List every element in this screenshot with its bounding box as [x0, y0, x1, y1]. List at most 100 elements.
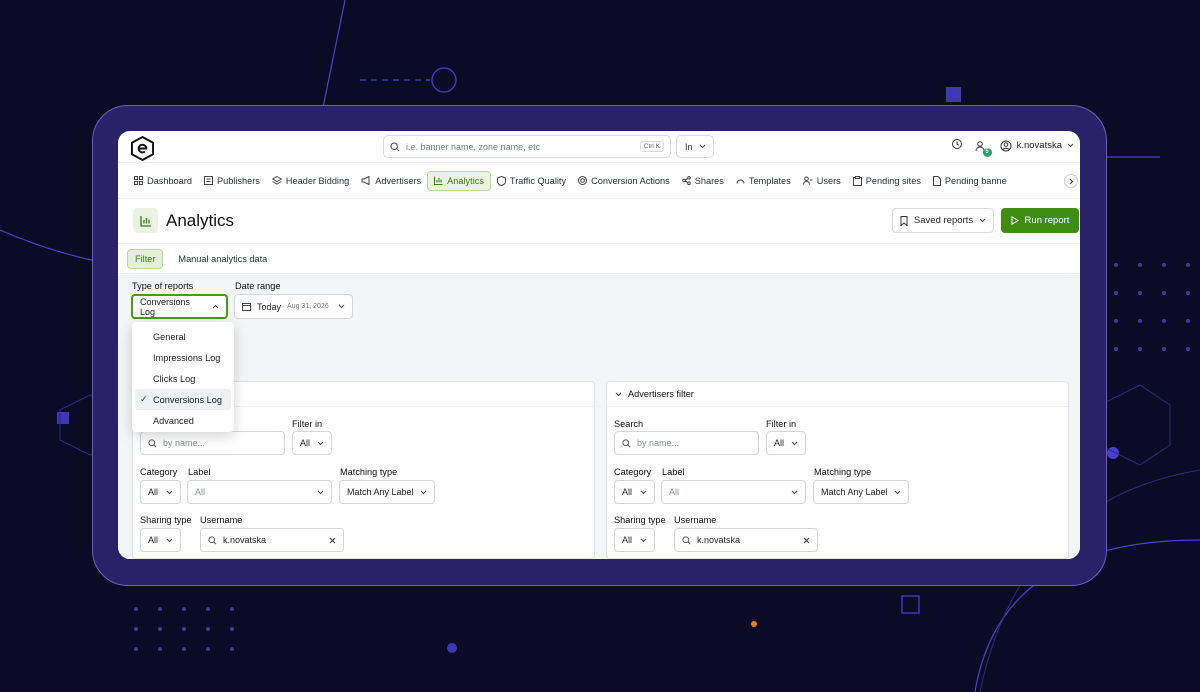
left-filter-in-select[interactable]: All	[292, 431, 332, 455]
template-icon	[736, 179, 745, 184]
nav-item-traffic-quality[interactable]: Traffic Quality	[491, 171, 572, 191]
filter-in-label: Filter in	[292, 419, 323, 429]
chevron-down-icon	[791, 490, 798, 495]
category-label: Category	[614, 467, 652, 477]
report-type-select[interactable]: Conversions Log	[131, 294, 228, 319]
nav-item-pending-banners[interactable]: Pending banne	[927, 171, 1013, 191]
nav-item-pending-sites[interactable]: Pending sites	[847, 171, 927, 191]
tab-filter[interactable]: Filter	[127, 248, 164, 269]
analytics-page-icon	[133, 208, 158, 233]
chevron-down-icon	[894, 490, 901, 495]
global-search-input[interactable]: i.e. banner name, zone name, etc Ctrl K	[383, 135, 671, 158]
nav-label: Advertisers	[375, 175, 422, 186]
chevron-up-icon	[212, 304, 219, 309]
option-label: Impressions Log	[153, 352, 221, 363]
nav-item-analytics[interactable]: Analytics	[427, 170, 491, 191]
filter-in-value: All	[774, 438, 785, 448]
matching-type-label: Matching type	[814, 467, 872, 477]
file-icon	[932, 175, 941, 186]
advertisers-filter-in-select[interactable]: All	[766, 431, 806, 455]
date-range-detail: Aug 31, 2026	[287, 303, 329, 310]
search-icon	[148, 438, 157, 447]
nav-item-publishers[interactable]: Publishers	[198, 171, 266, 191]
search-scope-select[interactable]: In	[676, 135, 714, 158]
page-header: Analytics Saved reports Run report	[118, 199, 1080, 244]
advertisers-sharing-type-select[interactable]: All	[614, 528, 655, 552]
left-matching-type-select[interactable]: Match Any Label	[339, 480, 435, 504]
users-icon	[802, 176, 813, 185]
chevron-right-icon	[1069, 178, 1073, 184]
dot-grid-left	[134, 607, 234, 651]
search-icon	[622, 438, 631, 447]
chevron-down-icon	[791, 441, 798, 446]
date-range-select[interactable]: Today Aug 31, 2026	[234, 294, 353, 319]
calendar-icon	[242, 303, 251, 311]
history-icon[interactable]	[951, 138, 963, 153]
advertisers-search-input[interactable]: by name...	[614, 431, 759, 455]
run-report-label: Run report	[1024, 215, 1070, 226]
advertisers-label-select[interactable]: All	[661, 480, 806, 504]
report-type-option-impressions-log[interactable]: Impressions Log	[135, 347, 231, 368]
users-notification-button[interactable]: 5	[975, 140, 992, 157]
report-type-option-clicks-log[interactable]: Clicks Log	[135, 368, 231, 389]
top-right-actions: 5 k.novatska	[951, 138, 1074, 157]
nav-item-conversion-actions[interactable]: Conversion Actions	[572, 171, 676, 191]
nav-item-templates[interactable]: Templates	[730, 171, 797, 191]
search-icon	[682, 535, 691, 544]
advertisers-matching-type-select[interactable]: Match Any Label	[813, 480, 909, 504]
app-logo[interactable]	[131, 136, 154, 161]
search-icon	[208, 535, 217, 544]
main-nav: Dashboard Publishers Header Bidding Adve…	[118, 163, 1080, 199]
report-type-option-conversions-log[interactable]: ✓ Conversions Log	[135, 389, 231, 410]
left-label-select[interactable]: All	[187, 480, 332, 504]
advertisers-username-input[interactable]: k.novatska	[674, 528, 818, 552]
nav-item-advertisers[interactable]: Advertisers	[355, 171, 427, 191]
clear-icon[interactable]	[329, 537, 336, 544]
nav-scroll-right-button[interactable]	[1064, 174, 1078, 188]
report-type-option-general[interactable]: General	[135, 326, 231, 347]
nav-item-users[interactable]: Users	[797, 171, 847, 191]
chevron-down-icon	[317, 441, 324, 446]
clear-icon[interactable]	[803, 537, 810, 544]
nav-item-dashboard[interactable]: Dashboard	[128, 171, 198, 191]
top-bar: i.e. banner name, zone name, etc Ctrl K …	[118, 131, 1080, 163]
category-value: All	[148, 487, 159, 497]
panel-title: Advertisers filter	[628, 389, 694, 399]
nav-item-header-bidding[interactable]: Header Bidding	[266, 171, 355, 191]
report-type-value: Conversions Log	[140, 296, 191, 317]
username-label: Username	[674, 515, 717, 525]
nav-item-shares[interactable]: Shares	[676, 171, 730, 191]
saved-reports-button[interactable]: Saved reports	[892, 208, 994, 233]
category-label: Category	[140, 467, 178, 477]
filter-in-label: Filter in	[766, 419, 797, 429]
label-label: Label	[188, 467, 211, 477]
advertisers-filter-header[interactable]: Advertisers filter	[607, 382, 1068, 407]
advertisers-category-select[interactable]: All	[614, 480, 655, 504]
left-sharing-type-select[interactable]: All	[140, 528, 181, 552]
username-label: Username	[200, 515, 243, 525]
nav-label: Shares	[694, 175, 724, 186]
search-label: Search	[614, 419, 644, 429]
matching-type-value: Match Any Label	[821, 487, 888, 497]
user-avatar-icon	[1000, 140, 1012, 151]
left-category-select[interactable]: All	[140, 480, 181, 504]
shield-icon	[496, 175, 506, 186]
label-label: Label	[662, 467, 685, 477]
date-range-label: Date range	[235, 281, 281, 291]
filter-in-value: All	[300, 438, 311, 448]
run-report-button[interactable]: Run report	[1001, 208, 1079, 233]
left-search-input[interactable]: by name...	[140, 431, 285, 455]
type-of-reports-label: Type of reports	[132, 281, 194, 291]
chevron-down-icon	[640, 490, 647, 495]
report-type-option-advanced[interactable]: Advanced	[135, 410, 231, 431]
user-menu[interactable]: k.novatska	[1000, 140, 1074, 152]
left-username-input[interactable]: k.novatska	[200, 528, 344, 552]
chevron-down-icon	[699, 144, 705, 149]
target-icon	[578, 176, 588, 185]
clipboard-icon	[852, 175, 862, 186]
option-label: Conversions Log	[153, 394, 222, 405]
matching-type-value: Match Any Label	[347, 487, 414, 497]
tab-manual-analytics-data[interactable]: Manual analytics data	[171, 250, 274, 268]
chevron-down-icon	[615, 392, 622, 396]
nav-label: Header Bidding	[285, 175, 350, 186]
